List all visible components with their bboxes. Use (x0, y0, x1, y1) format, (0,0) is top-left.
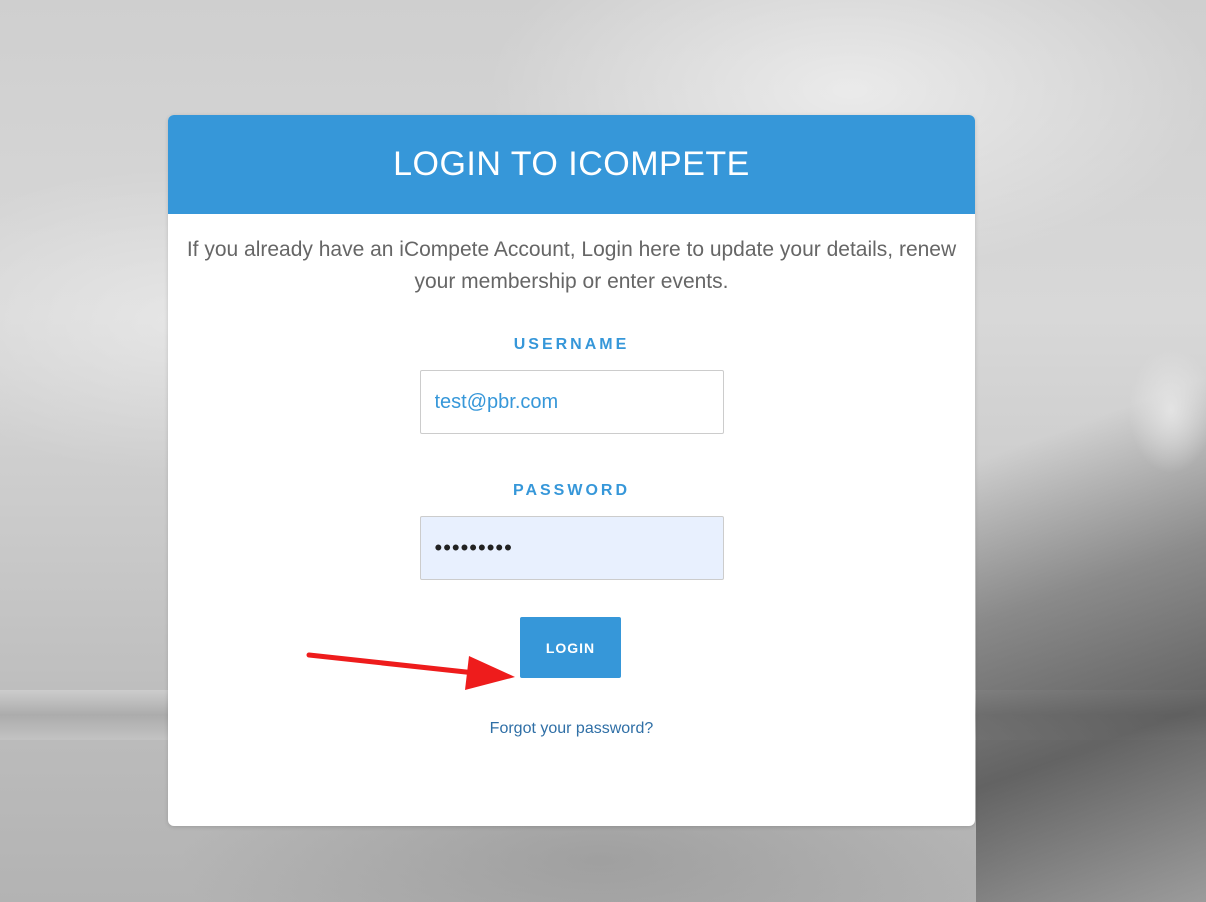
forgot-password-link[interactable]: Forgot your password? (168, 720, 975, 738)
page-title: LOGIN TO ICOMPETE (393, 145, 750, 183)
password-input[interactable] (419, 516, 724, 580)
password-label: PASSWORD (512, 482, 631, 499)
login-button[interactable]: LOGIN (520, 617, 621, 678)
login-card-header: LOGIN TO ICOMPETE (168, 115, 975, 214)
background-athlete (976, 330, 1206, 902)
username-label: USERNAME (513, 336, 630, 353)
intro-text: If you already have an iCompete Account,… (186, 238, 957, 293)
red-arrow-icon (306, 652, 515, 690)
login-card: LOGIN TO ICOMPETE If you already have an… (168, 115, 975, 826)
username-input[interactable] (419, 370, 724, 434)
